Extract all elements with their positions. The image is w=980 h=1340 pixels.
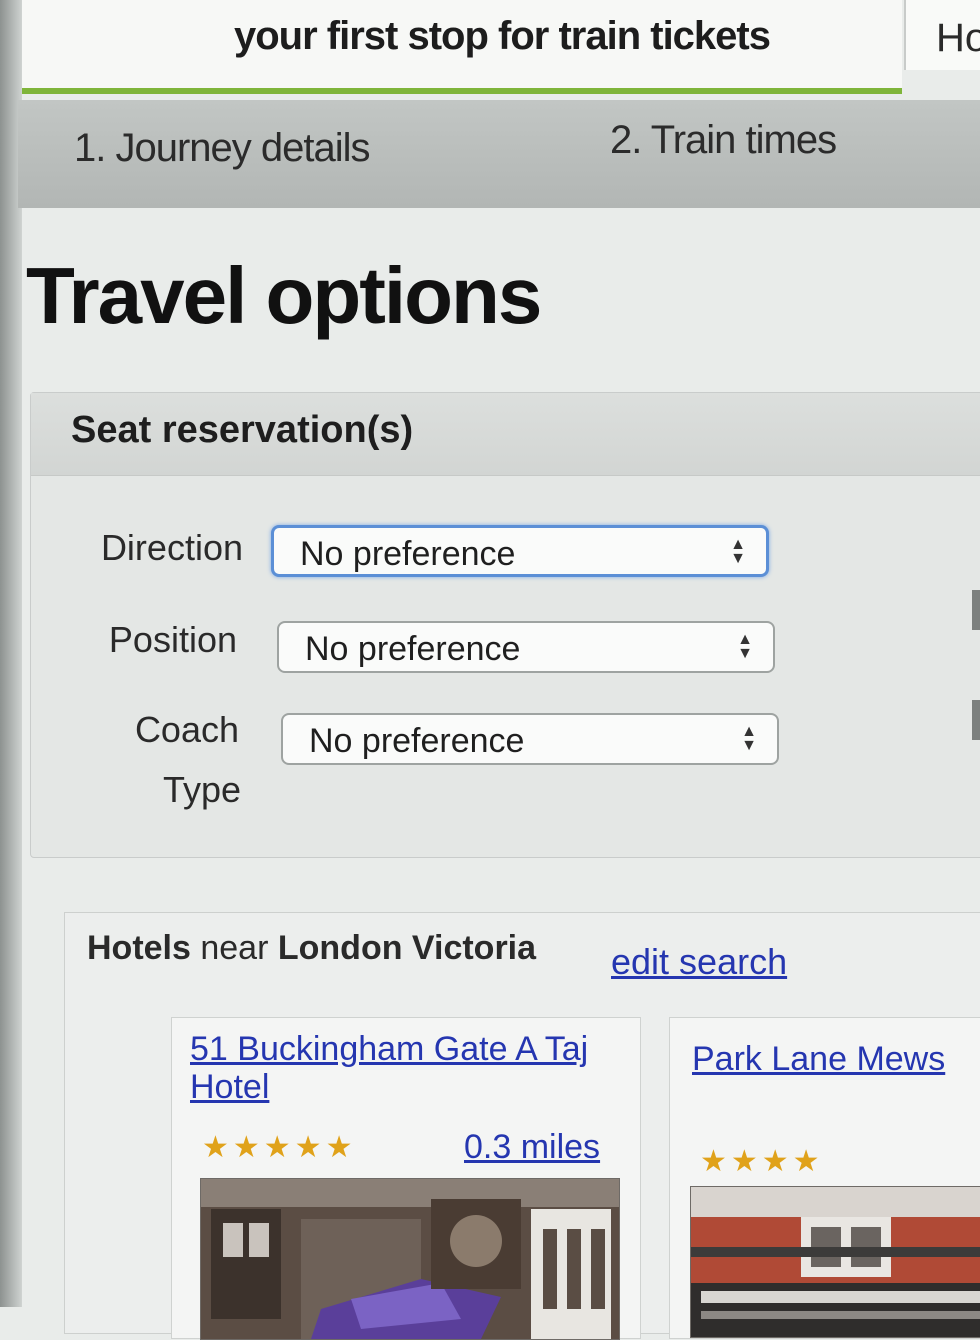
offscreen-panel-edge: [972, 590, 980, 630]
hotels-heading-word: Hotels: [87, 929, 191, 967]
hotels-heading: Hotels near London Victoria: [87, 929, 536, 968]
position-select-value: No preference: [305, 630, 521, 668]
coach-type-label-line1: Coach: [134, 709, 239, 750]
step-journey-details[interactable]: 1. Journey details: [74, 126, 371, 171]
seat-reservation-header: Seat reservation(s): [31, 393, 980, 476]
hotel-distance-link[interactable]: 0.3 miles: [464, 1128, 600, 1167]
seat-reservation-title: Seat reservation(s): [71, 409, 414, 451]
position-select[interactable]: No preference ▲ ▼: [277, 621, 775, 673]
select-arrows-icon: ▲ ▼: [741, 723, 757, 754]
coach-type-select[interactable]: No preference ▲ ▼: [281, 713, 779, 765]
hotels-panel: Hotels near London Victoria edit search …: [64, 912, 980, 1340]
hotel-name-link[interactable]: 51 Buckingham Gate A Taj Hotel: [190, 1030, 610, 1106]
coach-type-select-value: No preference: [309, 722, 525, 760]
step-train-times[interactable]: 2. Train times: [610, 118, 837, 163]
select-arrows-icon: ▲ ▼: [730, 536, 746, 567]
edit-search-link[interactable]: edit search: [611, 941, 787, 983]
hotel-photo-image: [691, 1187, 980, 1337]
page-title: Travel options: [26, 251, 542, 340]
star-rating: ★★★★: [700, 1145, 824, 1178]
position-label: Position: [108, 619, 237, 660]
hotel-name-link[interactable]: Park Lane Mews: [692, 1040, 980, 1078]
hotels-heading-near: near: [190, 929, 278, 967]
hotel-photo[interactable]: [200, 1178, 620, 1340]
hotels-heading-location: London Victoria: [277, 929, 537, 967]
hotel-photo[interactable]: [690, 1186, 980, 1338]
hotel-card-taj[interactable]: 51 Buckingham Gate A Taj Hotel ★★★★★ 0.3…: [171, 1017, 641, 1340]
direction-label: Direction: [100, 527, 243, 568]
hotel-card-park-lane[interactable]: Park Lane Mews ★★★★: [669, 1017, 980, 1339]
star-rating: ★★★★★: [202, 1131, 357, 1164]
home-tab[interactable]: Ho: [904, 0, 980, 70]
seat-reservation-panel: Seat reservation(s) Direction No prefere…: [30, 392, 980, 858]
select-arrows-icon: ▲ ▼: [737, 631, 753, 662]
offscreen-panel-edge: [972, 700, 980, 740]
coach-type-label-line2: Type: [162, 769, 241, 810]
progress-steps: 1. Journey details 2. Train times: [18, 100, 980, 208]
site-header: your first stop for train tickets: [22, 0, 902, 94]
home-tab-label: Ho: [936, 16, 980, 60]
direction-select[interactable]: No preference ▲ ▼: [271, 525, 769, 577]
site-tagline: your first stop for train tickets: [234, 14, 771, 58]
direction-select-value: No preference: [300, 535, 516, 573]
hotel-photo-image: [201, 1179, 619, 1339]
